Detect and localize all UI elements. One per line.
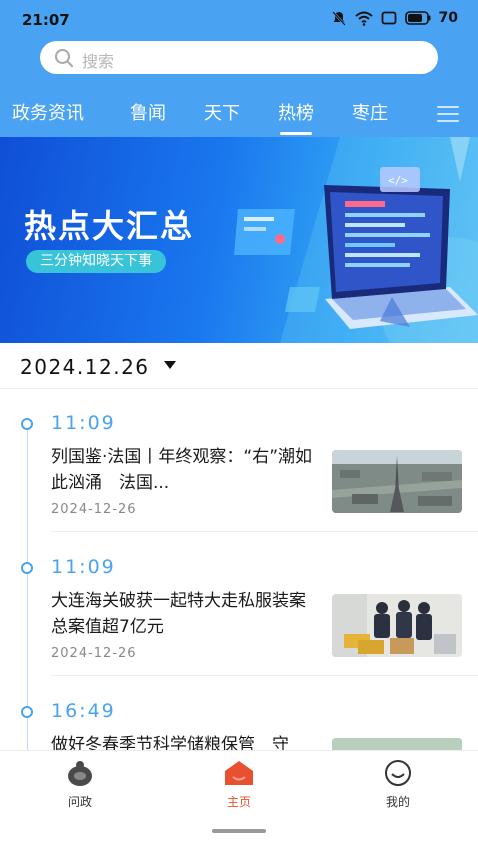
nav-home[interactable]: 主页: [199, 759, 279, 810]
search-icon: [55, 49, 73, 67]
timeline-dot: [21, 706, 33, 718]
timeline-dot: [21, 418, 33, 430]
news-item[interactable]: 16:49 做好冬春季节科学储粮保管 守: [0, 678, 478, 750]
wifi-icon: [354, 11, 373, 26]
nav-label: 主页: [226, 795, 251, 809]
search-input[interactable]: 搜索: [40, 41, 438, 74]
laptop-illustration: </>: [234, 137, 478, 343]
ask-icon: [68, 761, 92, 786]
hot-topics-banner[interactable]: </> 热点大汇总 三分钟知晓天下事: [0, 137, 478, 343]
status-icons: 70: [331, 10, 458, 26]
app-header: 21:07 70 搜索 政务资讯 鲁闻 天下 热榜 枣庄: [0, 0, 478, 137]
news-item[interactable]: 11:09 列国鉴·法国丨年终观察：“右”潮如此汹涌 法国... 2024-12…: [0, 390, 478, 534]
mute-icon: [331, 11, 346, 26]
nav-ask[interactable]: 问政: [40, 759, 120, 810]
battery-level: 70: [438, 10, 458, 26]
category-tabs: 政务资讯 鲁闻 天下 热榜 枣庄: [0, 96, 478, 136]
divider: [51, 675, 478, 676]
tab-zaozhuang[interactable]: 枣庄: [352, 99, 388, 125]
bottom-navigation: 问政 主页 我的: [0, 750, 478, 850]
news-time: 11:09: [51, 412, 116, 434]
timeline-dot: [21, 562, 33, 574]
search-placeholder: 搜索: [82, 52, 115, 71]
news-thumbnail: [332, 738, 462, 750]
banner-title: 热点大汇总: [24, 207, 195, 245]
tab-menu-icon[interactable]: [437, 106, 459, 122]
home-indicator[interactable]: [212, 829, 266, 833]
nav-label: 我的: [385, 795, 410, 809]
nav-profile[interactable]: 我的: [358, 759, 438, 810]
tab-world[interactable]: 天下: [204, 99, 240, 125]
news-date: 2024-12-26: [51, 502, 137, 517]
news-time: 16:49: [51, 700, 116, 722]
battery-icon: [404, 11, 431, 25]
tab-hot-list[interactable]: 热榜: [278, 99, 314, 135]
news-title: 列国鉴·法国丨年终观察：“右”潮如此汹涌 法国...: [51, 447, 313, 493]
news-thumbnail: [332, 594, 462, 657]
banner-subtitle: 三分钟知晓天下事: [26, 250, 166, 273]
profile-icon: [385, 760, 411, 786]
news-date: 2024-12-26: [51, 646, 137, 661]
date-selector[interactable]: 2024.12.26: [0, 343, 478, 389]
news-timeline: 11:09 列国鉴·法国丨年终观察：“右”潮如此汹涌 法国... 2024-12…: [0, 390, 478, 750]
status-bar: 21:07 70: [0, 0, 478, 38]
svg-text:</>: </>: [388, 174, 408, 187]
news-title: 大连海关破获一起特大走私服装案 总案值超7亿元: [51, 591, 323, 637]
tab-politics[interactable]: 政务资讯: [12, 99, 84, 125]
caret-down-icon: [164, 361, 176, 369]
status-time: 21:07: [22, 11, 70, 29]
news-thumbnail: [332, 450, 462, 513]
divider: [51, 531, 478, 532]
screen-icon: [381, 11, 396, 25]
news-time: 11:09: [51, 556, 116, 578]
news-item[interactable]: 11:09 大连海关破获一起特大走私服装案 总案值超7亿元 2024-12-26: [0, 534, 478, 678]
home-icon: [225, 761, 253, 785]
news-title: 做好冬春季节科学储粮保管 守: [51, 735, 289, 750]
tab-shandong[interactable]: 鲁闻: [130, 99, 166, 125]
date-value: 2024.12.26: [20, 355, 150, 379]
nav-label: 问政: [67, 795, 92, 809]
